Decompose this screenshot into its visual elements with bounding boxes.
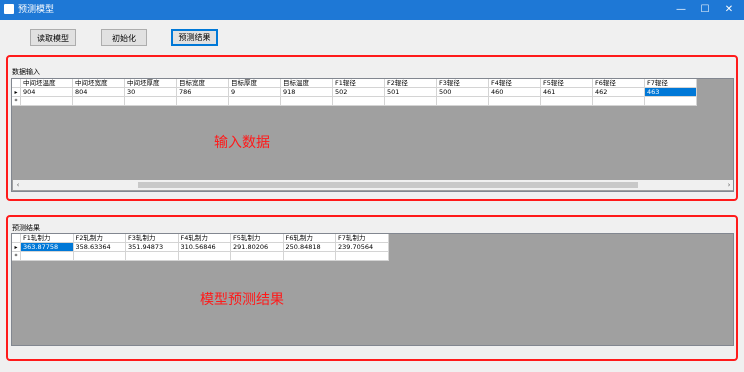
current-row-indicator[interactable]: ▸ [12,243,21,252]
table-cell[interactable]: 501 [385,88,437,97]
empty-cell[interactable] [489,97,541,106]
table-cell[interactable]: 30 [125,88,177,97]
new-row-indicator[interactable]: * [12,252,21,261]
column-header[interactable]: F2轧制力 [73,234,126,243]
column-header[interactable]: F2辊径 [385,79,437,88]
maximize-button[interactable]: ☐ [696,2,714,18]
table-cell[interactable]: 918 [281,88,333,97]
table-cell[interactable]: 461 [541,88,593,97]
read-model-button[interactable]: 读取模型 [30,29,76,46]
empty-cell[interactable] [593,97,645,106]
table-row[interactable]: ▸ 363.87758 358.63364 351.94873 310.56846 291… [12,243,389,252]
table-cell[interactable]: 904 [21,88,73,97]
column-header[interactable]: F3辊径 [437,79,489,88]
column-header[interactable]: F3轧制力 [126,234,179,243]
column-header[interactable]: F6轧制力 [283,234,336,243]
corner-header[interactable] [12,79,21,88]
scroll-right-icon[interactable]: › [724,180,733,190]
table-cell[interactable]: 462 [593,88,645,97]
empty-cell[interactable] [541,97,593,106]
new-row[interactable]: * [12,252,389,261]
table-cell[interactable]: 9 [229,88,281,97]
table-cell[interactable]: 351.94873 [126,243,179,252]
predict-result-button[interactable]: 预测结果 [171,29,218,46]
table-cell[interactable]: 363.87758 [21,243,74,252]
column-header[interactable]: F5轧制力 [231,234,284,243]
column-header[interactable]: F7轧制力 [336,234,389,243]
empty-cell[interactable] [177,97,229,106]
column-header[interactable]: 目标厚度 [229,79,281,88]
normalize-button[interactable]: 初始化 [101,29,147,46]
new-row-indicator[interactable]: * [12,97,21,106]
column-header[interactable]: F4轧制力 [178,234,231,243]
empty-cell[interactable] [336,252,389,261]
table-cell[interactable]: 460 [489,88,541,97]
title-bar: 预测模型 — ☐ ✕ [0,0,744,20]
empty-cell[interactable] [281,97,333,106]
table-row[interactable]: ▸ 904 804 30 786 9 918 502 501 500 460 461 462 463 [12,88,697,97]
column-header[interactable]: F7辊径 [645,79,697,88]
scrollbar-thumb[interactable] [138,182,638,188]
table-cell[interactable]: 786 [177,88,229,97]
table-cell[interactable]: 291.80206 [231,243,284,252]
empty-cell[interactable] [645,97,697,106]
column-header[interactable]: F4辊径 [489,79,541,88]
table-cell[interactable]: 310.56846 [178,243,231,252]
minimize-button[interactable]: — [672,2,690,18]
column-header-row[interactable]: 中间坯温度 中间坯宽度 中间坯厚度 目标宽度 目标厚度 目标温度 F1辊径 F2辊径 F3辊径 F… [12,79,697,88]
empty-cell[interactable] [126,252,179,261]
empty-cell[interactable] [73,97,125,106]
table-cell[interactable]: 463 [645,88,697,97]
input-horizontal-scrollbar[interactable]: ‹ › [13,180,733,190]
column-header[interactable]: 中间坯宽度 [73,79,125,88]
current-row-indicator[interactable]: ▸ [12,88,21,97]
column-header[interactable]: F1辊径 [333,79,385,88]
empty-cell[interactable] [283,252,336,261]
input-data-grid[interactable]: ‹ › 中间坯温度 中间坯宽度 中间坯厚度 目标宽度 目标厚度 目标温度 F1辊径 F2辊径 F… [11,78,734,192]
table-cell[interactable]: 502 [333,88,385,97]
input-annotation: 输入数据 [214,135,270,151]
empty-cell[interactable] [125,97,177,106]
empty-cell[interactable] [229,97,281,106]
table-cell[interactable]: 500 [437,88,489,97]
empty-cell[interactable] [385,97,437,106]
column-header-row[interactable]: F1轧制力 F2轧制力 F3轧制力 F4轧制力 F5轧制力 F6轧制力 F7轧制力 [12,234,389,243]
close-button[interactable]: ✕ [720,2,738,18]
window-title: 预测模型 [18,5,55,15]
corner-header[interactable] [12,234,21,243]
column-header[interactable]: 目标温度 [281,79,333,88]
column-header[interactable]: F1轧制力 [21,234,74,243]
empty-cell[interactable] [437,97,489,106]
app-icon [4,4,14,14]
column-header[interactable]: F6辊径 [593,79,645,88]
empty-cell[interactable] [73,252,126,261]
empty-cell[interactable] [333,97,385,106]
table-cell[interactable]: 804 [73,88,125,97]
column-header[interactable]: 中间坯温度 [21,79,73,88]
empty-cell[interactable] [231,252,284,261]
column-header[interactable]: 中间坯厚度 [125,79,177,88]
table-cell[interactable]: 250.84818 [283,243,336,252]
table-cell[interactable]: 358.63364 [73,243,126,252]
scroll-left-icon[interactable]: ‹ [13,180,23,190]
new-row[interactable]: * [12,97,697,106]
table-cell[interactable]: 239.70564 [336,243,389,252]
result-group-label: 预测结果 [12,224,40,232]
column-header[interactable]: 目标宽度 [177,79,229,88]
empty-cell[interactable] [178,252,231,261]
input-group-label: 数据输入 [12,68,40,76]
result-annotation: 模型预测结果 [200,292,284,308]
empty-cell[interactable] [21,252,74,261]
result-data-grid[interactable]: F1轧制力 F2轧制力 F3轧制力 F4轧制力 F5轧制力 F6轧制力 F7轧制力 ▸ 363.… [11,233,734,346]
column-header[interactable]: F5辊径 [541,79,593,88]
empty-cell[interactable] [21,97,73,106]
